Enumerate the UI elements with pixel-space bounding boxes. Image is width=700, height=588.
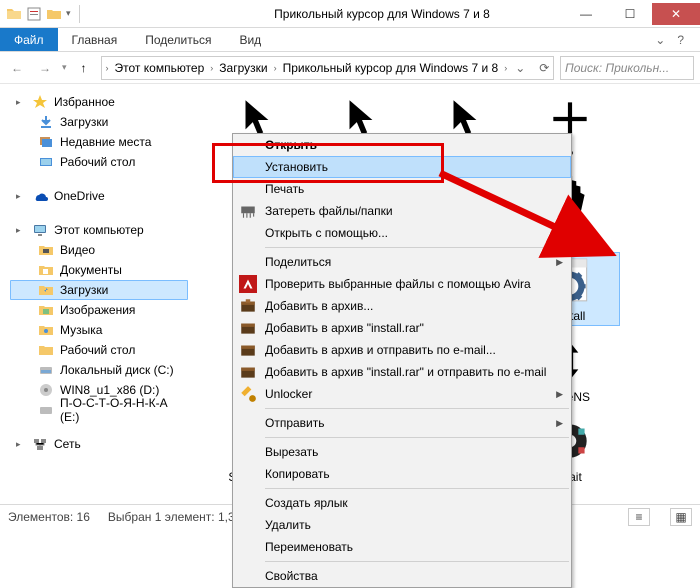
sidebar-item[interactable]: Рабочий стол: [10, 340, 188, 360]
ribbon-collapse-icon[interactable]: ⌄ ?: [639, 28, 700, 51]
nav-history-dropdown[interactable]: ▾: [62, 62, 67, 73]
nav-forward-button[interactable]: →: [34, 57, 56, 79]
avira-icon: [239, 275, 257, 293]
winrar-icon: [239, 319, 257, 337]
sidebar-item[interactable]: Видео: [10, 240, 188, 260]
view-icons-button[interactable]: ▦: [670, 508, 692, 526]
ctx-rename[interactable]: Переименовать: [233, 536, 571, 558]
ctx-shred[interactable]: Затереть файлы/папки: [233, 200, 571, 222]
status-count: Элементов: 16: [8, 510, 90, 524]
ctx-avira[interactable]: Проверить выбранные файлы с помощью Avir…: [233, 273, 571, 295]
sidebar-this-pc[interactable]: ▸Этот компьютер: [10, 220, 188, 240]
sidebar-item[interactable]: Музыка: [10, 320, 188, 340]
submenu-arrow-icon: ▶: [556, 389, 563, 400]
sidebar-item[interactable]: Локальный диск (C:): [10, 360, 188, 380]
ctx-archive[interactable]: Добавить в архив...: [233, 295, 571, 317]
tab-file[interactable]: Файл: [0, 28, 58, 51]
breadcrumb-item[interactable]: Прикольный курсор для Windows 7 и 8: [279, 61, 503, 75]
ctx-open[interactable]: Открыть: [233, 134, 571, 156]
sidebar-network[interactable]: ▸Сеть: [10, 434, 188, 454]
separator: [79, 5, 80, 23]
sidebar-item[interactable]: Документы: [10, 260, 188, 280]
ctx-openwith[interactable]: Открыть с помощью...: [233, 222, 571, 244]
address-bar[interactable]: › Этот компьютер› Загрузки› Прикольный к…: [101, 56, 554, 80]
submenu-arrow-icon: ▶: [556, 418, 563, 429]
sidebar-favorites[interactable]: ▸Избранное: [10, 92, 188, 112]
separator: [265, 437, 569, 438]
sidebar-item[interactable]: Недавние места: [10, 132, 188, 152]
ctx-install[interactable]: Установить: [233, 156, 571, 178]
ctx-archive[interactable]: Добавить в архив "install.rar": [233, 317, 571, 339]
separator: [265, 247, 569, 248]
tab-share[interactable]: Поделиться: [131, 28, 225, 51]
ctx-print[interactable]: Печать: [233, 178, 571, 200]
new-folder-icon[interactable]: [46, 6, 62, 22]
breadcrumb-item[interactable]: Этот компьютер: [111, 61, 209, 75]
refresh-icon[interactable]: ⟳: [533, 61, 554, 75]
nav-back-button[interactable]: ←: [6, 57, 28, 79]
sidebar-item[interactable]: Рабочий стол: [10, 152, 188, 172]
sidebar-onedrive[interactable]: ▸OneDrive: [10, 186, 188, 206]
separator: [265, 488, 569, 489]
winrar-icon: [239, 297, 257, 315]
view-details-button[interactable]: ≡: [628, 508, 650, 526]
unlocker-icon: [239, 385, 257, 403]
shredder-icon: [239, 202, 257, 220]
search-input[interactable]: Поиск: Прикольн...: [560, 56, 694, 80]
ctx-shortcut[interactable]: Создать ярлык: [233, 492, 571, 514]
tab-home[interactable]: Главная: [58, 28, 132, 51]
minimize-button[interactable]: —: [564, 3, 608, 25]
ctx-archive[interactable]: Добавить в архив и отправить по e-mail..…: [233, 339, 571, 361]
close-button[interactable]: ✕: [652, 3, 700, 25]
sidebar-item[interactable]: П-О-С-Т-О-Я-Н-К-А (E:): [10, 400, 188, 420]
ctx-share[interactable]: Поделиться▶: [233, 251, 571, 273]
ctx-properties[interactable]: Свойства: [233, 565, 571, 587]
ctx-archive[interactable]: Добавить в архив "install.rar" и отправи…: [233, 361, 571, 383]
properties-icon[interactable]: [26, 6, 42, 22]
context-menu: Открыть Установить Печать Затереть файлы…: [232, 133, 572, 588]
maximize-button[interactable]: ☐: [608, 3, 652, 25]
window-title: Прикольный курсор для Windows 7 и 8: [200, 7, 564, 21]
sidebar-item[interactable]: Загрузки: [10, 112, 188, 132]
sidebar-item[interactable]: Изображения: [10, 300, 188, 320]
qat-dropdown-icon[interactable]: ▾: [66, 8, 71, 19]
navigation-pane: ▸Избранное Загрузки Недавние места Рабоч…: [0, 84, 192, 504]
ctx-copy[interactable]: Копировать: [233, 463, 571, 485]
ctx-cut[interactable]: Вырезать: [233, 441, 571, 463]
folder-icon: [6, 6, 22, 22]
winrar-icon: [239, 341, 257, 359]
nav-up-button[interactable]: ↑: [73, 57, 95, 79]
ctx-delete[interactable]: Удалить: [233, 514, 571, 536]
ctx-sendto[interactable]: Отправить▶: [233, 412, 571, 434]
sidebar-item-downloads[interactable]: Загрузки: [10, 280, 188, 300]
separator: [265, 561, 569, 562]
tab-view[interactable]: Вид: [225, 28, 275, 51]
addr-dropdown-icon[interactable]: ⌄: [509, 61, 531, 75]
ctx-unlocker[interactable]: Unlocker▶: [233, 383, 571, 405]
breadcrumb-item[interactable]: Загрузки: [215, 61, 271, 75]
winrar-icon: [239, 363, 257, 381]
separator: [265, 408, 569, 409]
submenu-arrow-icon: ▶: [556, 257, 563, 268]
